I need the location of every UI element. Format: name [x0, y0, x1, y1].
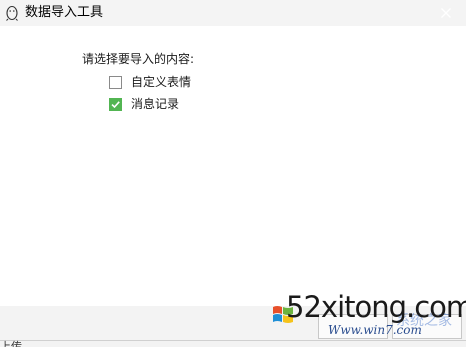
title-bar: 数据导入工具	[0, 0, 466, 26]
watermark-main: 52xitong.com	[286, 290, 466, 324]
window-title: 数据导入工具	[25, 5, 104, 20]
site-watermark: 系统之家 52xitong.com Www.win7.com	[272, 290, 466, 347]
option-label-message-history: 消息记录	[131, 97, 180, 111]
option-label-custom-emoticons: 自定义表情	[131, 75, 192, 89]
checkmark-icon	[111, 100, 120, 108]
checkbox-message-history[interactable]	[109, 97, 122, 111]
checkbox-custom-emoticons[interactable]	[109, 75, 122, 89]
select-content-prompt: 请选择要导入的内容:	[82, 52, 195, 66]
watermark-sub: Www.win7.com	[328, 323, 422, 337]
penguin-icon	[5, 5, 19, 21]
option-message-history[interactable]: 消息记录	[109, 96, 179, 112]
import-tool-window: 数据导入工具 请选择要导入的内容: 自定义表情 消息记录 上传 系统之家 52x…	[0, 0, 466, 347]
option-custom-emoticons[interactable]: 自定义表情	[109, 74, 191, 90]
close-icon[interactable]	[430, 0, 462, 26]
status-text: 上传	[0, 340, 22, 347]
